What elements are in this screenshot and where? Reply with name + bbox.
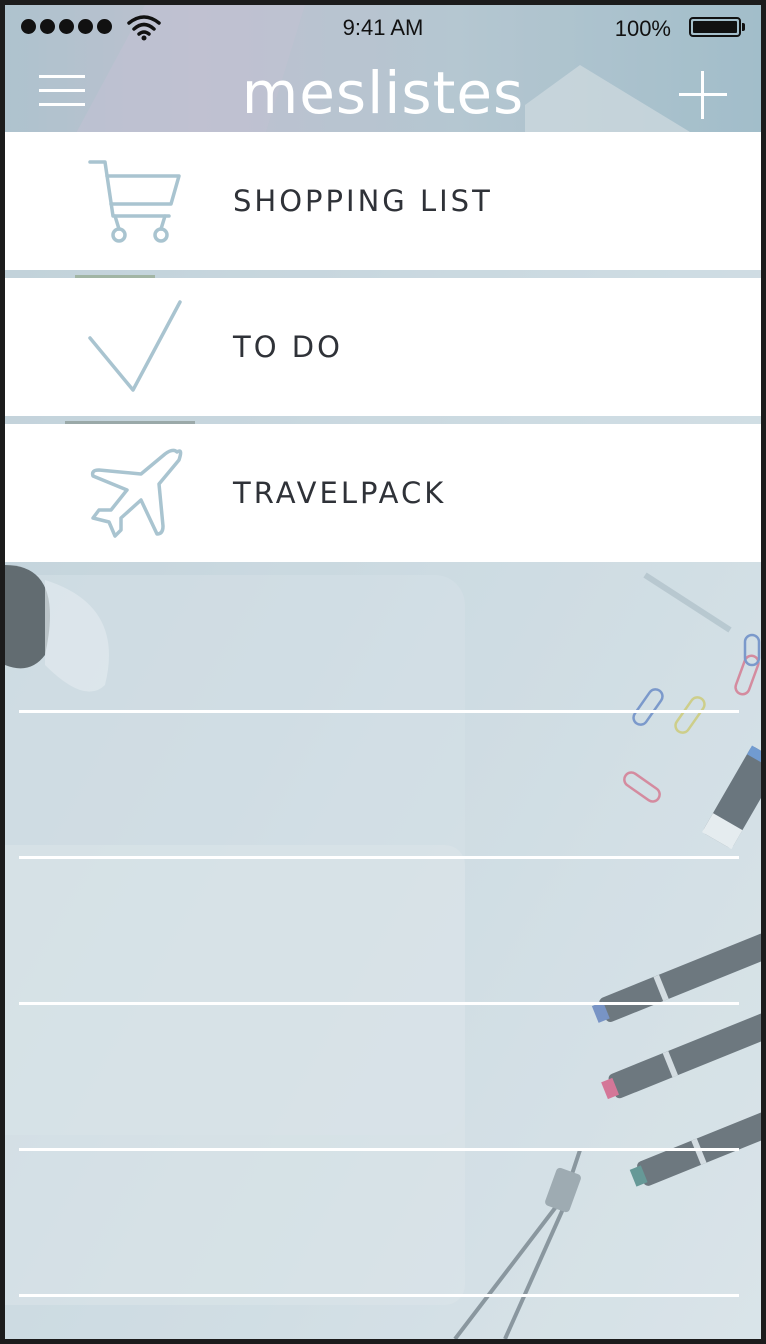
app-title: meslistes <box>241 59 525 127</box>
status-bar: 9:41 AM 100% <box>5 5 761 51</box>
plus-icon[interactable] <box>679 71 727 119</box>
phone-screen: 9:41 AM 100% meslistes SHOPPING LIST TO … <box>0 0 766 1344</box>
list-item-label: SHOPPING LIST <box>233 184 493 218</box>
list-item-label: TRAVELPACK <box>233 476 447 510</box>
empty-list-slot[interactable] <box>19 1294 739 1297</box>
header: meslistes <box>5 51 761 133</box>
checkmark-icon <box>88 300 182 392</box>
list-item-shopping[interactable]: SHOPPING LIST <box>5 132 761 270</box>
list-item-label: TO DO <box>233 330 343 364</box>
empty-list-slot[interactable] <box>19 856 739 859</box>
battery-icon <box>689 17 745 37</box>
list-item-travelpack[interactable]: TRAVELPACK <box>5 424 761 562</box>
shopping-cart-icon <box>88 160 181 243</box>
airplane-icon <box>90 448 183 538</box>
empty-list-slot[interactable] <box>19 710 739 713</box>
empty-list-slot[interactable] <box>19 1002 739 1005</box>
empty-list-slot[interactable] <box>19 1148 739 1151</box>
list-item-todo[interactable]: TO DO <box>5 278 761 416</box>
battery-percentage: 100% <box>614 16 671 41</box>
